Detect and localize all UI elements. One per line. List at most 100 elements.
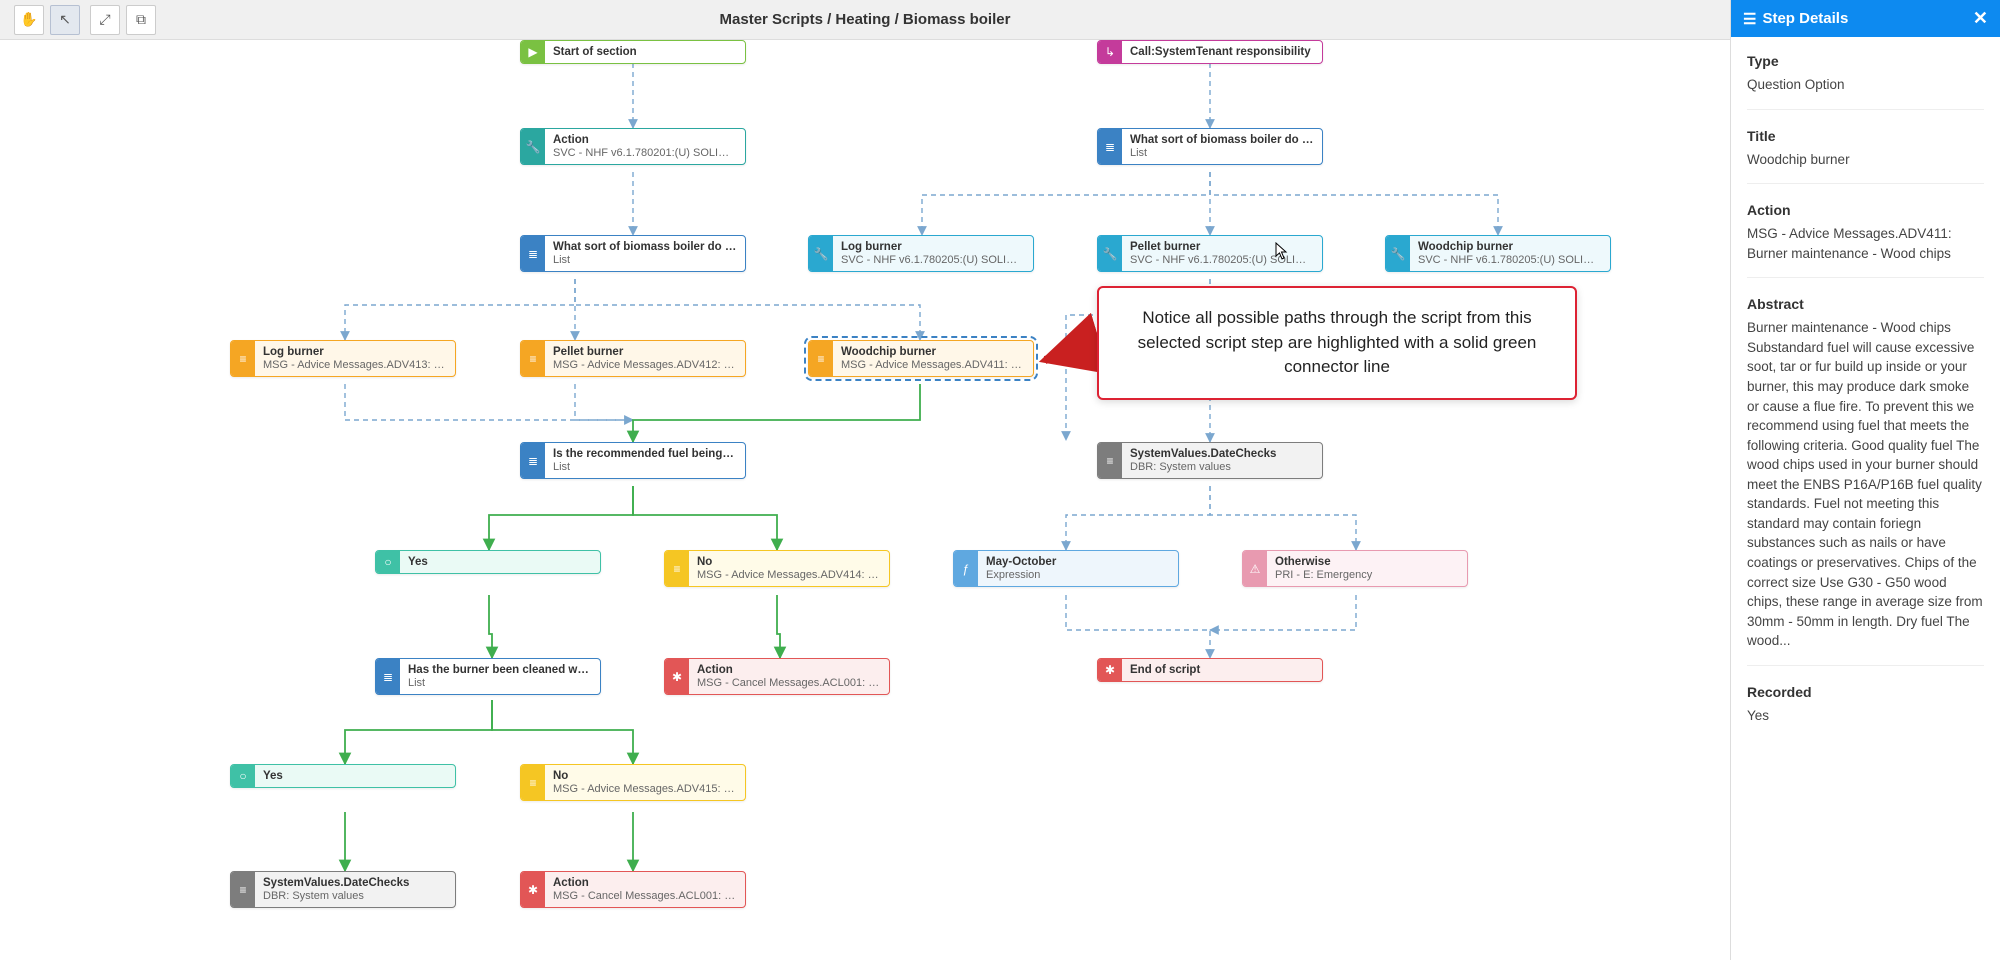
node-title: Woodchip burner [841, 346, 1025, 358]
node-subtitle: SVC - NHF v6.1.780205:(U) SOLID FUEL ... [841, 254, 1025, 266]
node-subtitle: PRI - E: Emergency [1275, 569, 1459, 581]
warn-icon: ⚠ [1243, 551, 1267, 586]
node-yes-1[interactable]: ○ Yes [375, 550, 601, 574]
asterisk-icon: ✱ [665, 659, 689, 694]
asterisk-icon: ✱ [521, 872, 545, 907]
node-question-sort-right[interactable]: ≣ What sort of biomass boiler do you hav… [1097, 128, 1323, 165]
form-icon: ☰ [1743, 10, 1756, 28]
node-title: Action [553, 134, 737, 146]
node-sysvalues-left[interactable]: ≡ SystemValues.DateChecks DBR: System va… [230, 871, 456, 908]
field-value-title: Woodchip burner [1747, 150, 1984, 170]
field-value-abstract: Burner maintenance - Wood chips Substand… [1747, 318, 1984, 651]
panel-title: Step Details [1762, 10, 1848, 27]
node-title: No [697, 556, 881, 568]
node-otherwise[interactable]: ⚠ Otherwise PRI - E: Emergency [1242, 550, 1468, 587]
close-panel-button[interactable]: ✕ [1973, 8, 1988, 29]
node-yes-2[interactable]: ○ Yes [230, 764, 456, 788]
node-sysvalues-right[interactable]: ≡ SystemValues.DateChecks DBR: System va… [1097, 442, 1323, 479]
node-title: SystemValues.DateChecks [1130, 448, 1314, 460]
wrench-icon: 🔧 [1098, 236, 1122, 271]
node-pellet-burner-right[interactable]: 🔧 Pellet burner SVC - NHF v6.1.780205:(U… [1097, 235, 1323, 272]
node-woodchip-burner-left[interactable]: ≡ Woodchip burner MSG - Advice Messages.… [808, 340, 1034, 377]
node-subtitle: List [1130, 147, 1314, 159]
panel-body: Type Question Option Title Woodchip burn… [1731, 37, 2000, 757]
node-subtitle: SVC - NHF v6.1.780205:(U) SOLID FUEL ... [1418, 254, 1602, 266]
node-title: Yes [263, 770, 447, 782]
node-subtitle: MSG - Cancel Messages.ACL001: No Action [553, 890, 737, 902]
msg-icon: ≡ [665, 551, 689, 586]
node-subtitle: MSG - Advice Messages.ADV411: Burner ... [841, 359, 1025, 371]
node-subtitle: SVC - NHF v6.1.780205:(U) SOLID FUEL ... [1130, 254, 1314, 266]
node-subtitle: Expression [986, 569, 1170, 581]
list-icon: ≣ [1098, 129, 1122, 164]
node-title: Woodchip burner [1418, 241, 1602, 253]
wrench-icon: 🔧 [1386, 236, 1410, 271]
wrench-icon: 🔧 [521, 129, 545, 164]
connectors-layer [0, 40, 1730, 960]
node-no-2[interactable]: ≡ No MSG - Advice Messages.ADV415: Burne… [520, 764, 746, 801]
diagram-canvas[interactable]: ▶ Start of section ↳ Call:SystemTenant r… [0, 40, 1730, 960]
node-start-section[interactable]: ▶ Start of section [520, 40, 746, 64]
node-subtitle: DBR: System values [263, 890, 447, 902]
field-label-title: Title [1747, 128, 1984, 144]
msg-icon: ≡ [809, 341, 833, 376]
msg-icon: ≡ [521, 765, 545, 800]
node-woodchip-burner-right[interactable]: 🔧 Woodchip burner SVC - NHF v6.1.780205:… [1385, 235, 1611, 272]
circle-icon: ○ [231, 765, 255, 787]
node-title: Is the recommended fuel being used? (... [553, 448, 737, 460]
msg-icon: ≡ [231, 341, 255, 376]
node-subtitle: MSG - Cancel Messages.ACL001: No Action [697, 677, 881, 689]
breadcrumb: Master Scripts / Heating / Biomass boile… [0, 11, 1730, 28]
callout-box: Notice all possible paths through the sc… [1097, 286, 1577, 400]
node-subtitle: SVC - NHF v6.1.780201:(U) SOLID FUEL ... [553, 147, 737, 159]
node-question-sort-left[interactable]: ≣ What sort of biomass boiler do you hav… [520, 235, 746, 272]
node-action-svc[interactable]: 🔧 Action SVC - NHF v6.1.780201:(U) SOLID… [520, 128, 746, 165]
node-no-1[interactable]: ≡ No MSG - Advice Messages.ADV414: Burne… [664, 550, 890, 587]
list-icon: ≣ [521, 236, 545, 271]
node-action-cancel-2[interactable]: ✱ Action MSG - Cancel Messages.ACL001: N… [520, 871, 746, 908]
list-icon: ≣ [376, 659, 400, 694]
expr-icon: ƒ [954, 551, 978, 586]
field-value-action: MSG - Advice Messages.ADV411: Burner mai… [1747, 224, 1984, 263]
node-question-fuel-used[interactable]: ≣ Is the recommended fuel being used? (.… [520, 442, 746, 479]
node-title: Has the burner been cleaned within the l… [408, 664, 592, 676]
field-label-recorded: Recorded [1747, 684, 1984, 700]
node-title: SystemValues.DateChecks [263, 877, 447, 889]
node-title: May-October [986, 556, 1170, 568]
circle-icon: ○ [376, 551, 400, 573]
start-icon: ▶ [521, 41, 545, 63]
top-toolbar: Master Scripts / Heating / Biomass boile… [0, 0, 1730, 40]
step-details-panel: ☰ Step Details ✕ Type Question Option Ti… [1730, 0, 2000, 960]
db-icon: ≡ [231, 872, 255, 907]
node-call-responsibility[interactable]: ↳ Call:SystemTenant responsibility [1097, 40, 1323, 64]
field-label-abstract: Abstract [1747, 296, 1984, 312]
node-pellet-burner-left[interactable]: ≡ Pellet burner MSG - Advice Messages.AD… [520, 340, 746, 377]
panel-header: ☰ Step Details ✕ [1731, 0, 2000, 37]
node-title: No [553, 770, 737, 782]
node-log-burner-right[interactable]: 🔧 Log burner SVC - NHF v6.1.780205:(U) S… [808, 235, 1034, 272]
node-end-script[interactable]: ✱ End of script [1097, 658, 1323, 682]
field-label-action: Action [1747, 202, 1984, 218]
node-question-cleaned[interactable]: ≣ Has the burner been cleaned within the… [375, 658, 601, 695]
field-label-type: Type [1747, 53, 1984, 69]
node-action-cancel-1[interactable]: ✱ Action MSG - Cancel Messages.ACL001: N… [664, 658, 890, 695]
asterisk-icon: ✱ [1098, 659, 1122, 681]
node-subtitle: MSG - Advice Messages.ADV412: Burner ... [553, 359, 737, 371]
field-value-recorded: Yes [1747, 706, 1984, 726]
node-subtitle: MSG - Advice Messages.ADV413: Burner ... [263, 359, 447, 371]
node-subtitle: List [553, 461, 737, 473]
node-title: Pellet burner [553, 346, 737, 358]
node-may-october[interactable]: ƒ May-October Expression [953, 550, 1179, 587]
node-subtitle: MSG - Advice Messages.ADV415: Burner ... [553, 783, 737, 795]
msg-icon: ≡ [521, 341, 545, 376]
node-title: Log burner [841, 241, 1025, 253]
node-subtitle: DBR: System values [1130, 461, 1314, 473]
node-title: Yes [408, 556, 592, 568]
node-subtitle: List [408, 677, 592, 689]
node-title: Otherwise [1275, 556, 1459, 568]
node-title: What sort of biomass boiler do you have? [553, 241, 737, 253]
node-title: Log burner [263, 346, 447, 358]
list-icon: ≣ [521, 443, 545, 478]
node-log-burner-left[interactable]: ≡ Log burner MSG - Advice Messages.ADV41… [230, 340, 456, 377]
node-title: Action [553, 877, 737, 889]
